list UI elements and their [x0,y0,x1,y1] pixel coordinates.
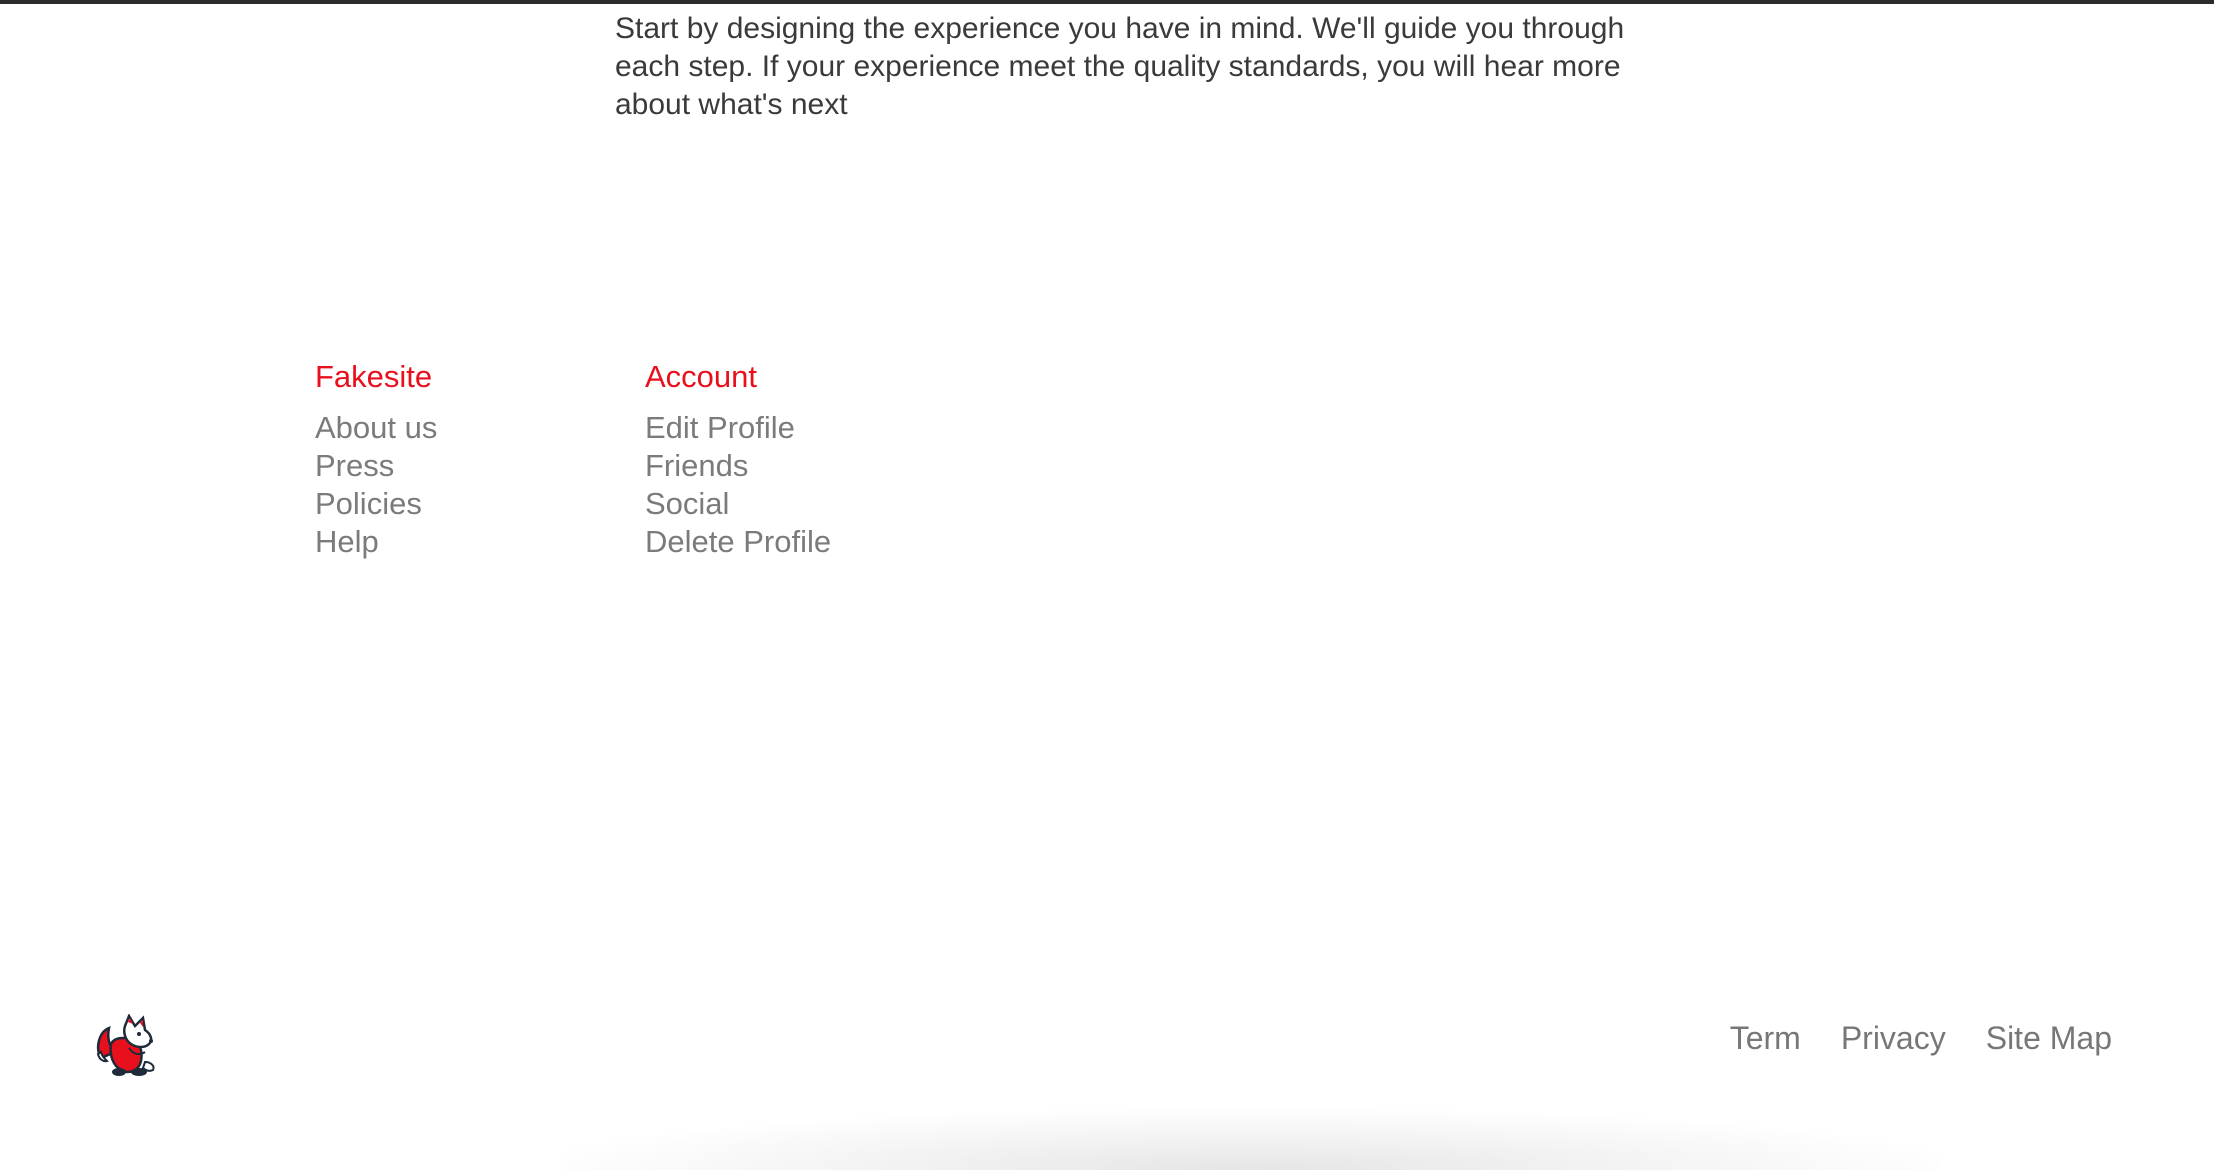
footer-heading-fakesite: Fakesite [315,359,433,394]
term-link[interactable]: Term [1730,1016,1801,1060]
intro-paragraph: Start by designing the experience you ha… [615,12,1625,121]
list-item: Policies [315,485,437,523]
site-map-link[interactable]: Site Map [1986,1016,2112,1060]
list-item: Edit Profile [645,409,831,447]
list-item: About us [315,409,437,447]
footer-links-fakesite: About us Press Policies Help [315,409,437,561]
delete-profile-link[interactable]: Delete Profile [645,523,831,561]
fox-logo-graphic [96,1013,155,1076]
page: Start by designing the experience you ha… [0,0,2214,1170]
top-border [0,0,2214,4]
footer-heading-account: Account [645,359,758,394]
bottom-shadow [560,1110,1940,1170]
legal-links: Term Privacy Site Map [1730,1016,2112,1060]
help-link[interactable]: Help [315,523,437,561]
list-item: Friends [645,447,831,485]
about-us-link[interactable]: About us [315,409,437,447]
fox-logo-icon[interactable] [95,1013,161,1078]
list-item: Social [645,485,831,523]
policies-link[interactable]: Policies [315,485,437,523]
social-link[interactable]: Social [645,485,831,523]
list-item: Help [315,523,437,561]
list-item: Delete Profile [645,523,831,561]
edit-profile-link[interactable]: Edit Profile [645,409,831,447]
friends-link[interactable]: Friends [645,447,831,485]
list-item: Press [315,447,437,485]
footer-column-fakesite: Fakesite About us Press Policies Help [315,355,437,561]
privacy-link[interactable]: Privacy [1841,1016,1946,1060]
footer-column-account: Account Edit Profile Friends Social Dele… [645,355,831,561]
footer-links-account: Edit Profile Friends Social Delete Profi… [645,409,831,561]
press-link[interactable]: Press [315,447,437,485]
